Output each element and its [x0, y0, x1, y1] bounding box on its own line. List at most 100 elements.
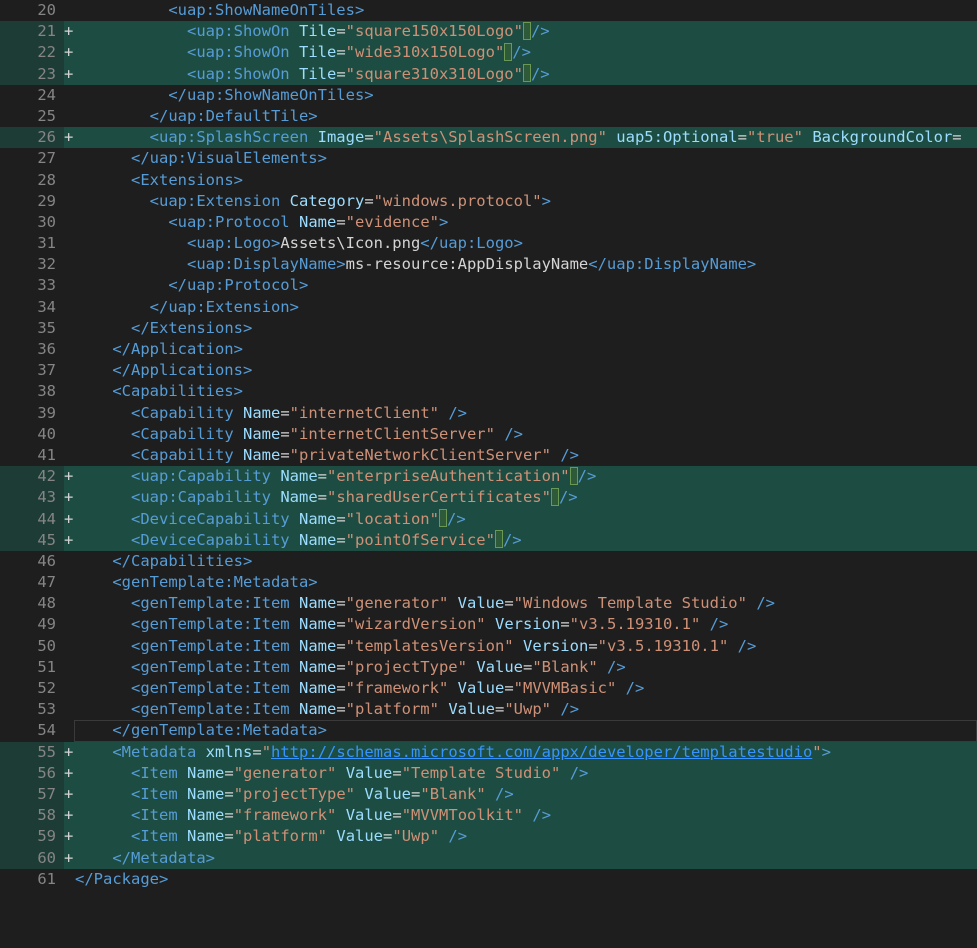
code-line[interactable]: 38 <Capabilities>: [0, 381, 977, 402]
code-line[interactable]: 32 <uap:DisplayName>ms-resource:AppDispl…: [0, 254, 977, 275]
code-line[interactable]: 25 </uap:DefaultTile>: [0, 106, 977, 127]
code-line[interactable]: 37 </Applications>: [0, 360, 977, 381]
code-token: =: [336, 64, 346, 83]
code-token: =: [336, 615, 346, 634]
code-token: />: [625, 679, 645, 697]
code-token: <uap:ShowOn: [186, 22, 290, 41]
code-line[interactable]: 31 <uap:Logo>Assets\Icon.png</uap:Logo>: [0, 233, 977, 254]
code-token: />: [512, 43, 531, 62]
schema-link[interactable]: http://schemas.microsoft.com/appx/develo…: [271, 743, 812, 761]
code-token: Version: [522, 636, 589, 655]
code-line[interactable]: 46 </Capabilities>: [0, 551, 977, 572]
added-code-line[interactable]: 21 + <uap:ShowOn Tile="square150x150Logo"…: [0, 21, 977, 43]
added-code-line[interactable]: 45 + <DeviceCapability Name="pointOfServi…: [0, 529, 977, 551]
added-code-line[interactable]: 58 + <Item Name="framework" Value="MVVMTo…: [0, 805, 977, 827]
line-number: 44: [37, 509, 56, 528]
code-token: "square310x310Logo": [345, 64, 523, 83]
line-number: 61: [37, 869, 56, 888]
line-number: 59: [37, 827, 56, 846]
code-line[interactable]: 29 <uap:Extension Category="windows.prot…: [0, 191, 977, 212]
code-line[interactable]: 35 </Extensions>: [0, 318, 977, 339]
code-line[interactable]: 33 </uap:Protocol>: [0, 275, 977, 296]
added-code-line[interactable]: 56 + <Item Name="generator" Value="Templa…: [0, 762, 977, 784]
code-token: "MVVMToolkit": [401, 806, 524, 825]
line-number: 27: [37, 149, 56, 168]
added-code-line[interactable]: 23 + <uap:ShowOn Tile="square310x310Logo"…: [0, 63, 977, 85]
code-line[interactable]: 30 <uap:Protocol Name="evidence">: [0, 212, 977, 233]
code-token: </uap:Logo>: [420, 234, 523, 253]
code-token: =: [504, 594, 514, 613]
code-token: <Item: [131, 806, 178, 825]
added-code-line[interactable]: 57 + <Item Name="projectType" Value="Blan…: [0, 783, 977, 806]
code-text: <uap:ShowOn Tile="square150x150Logo" />: [75, 21, 977, 42]
whitespace-marker: [522, 21, 531, 40]
code-token: "generator": [345, 594, 449, 613]
code-line[interactable]: 34 </uap:Extension>: [0, 297, 977, 318]
code-line[interactable]: 28 <Extensions>: [0, 170, 977, 191]
code-line[interactable]: 48 <genTemplate:Item Name="generator" Va…: [0, 593, 977, 614]
code-token: <uap:Logo>: [186, 234, 281, 253]
code-line[interactable]: 52 <genTemplate:Item Name="framework" Va…: [0, 678, 977, 699]
code-token: ": [261, 742, 272, 761]
code-token: Name: [243, 403, 281, 422]
code-text: </uap:Protocol>: [75, 275, 977, 296]
code-token: Name: [243, 424, 281, 443]
code-line[interactable]: 24 </uap:ShowNameOnTiles>: [0, 85, 977, 106]
code-token: </Metadata>: [112, 848, 215, 867]
code-token: Value: [476, 657, 523, 676]
code-line[interactable]: 50 <genTemplate:Item Name="templatesVers…: [0, 636, 977, 657]
code-token: Value: [345, 806, 393, 825]
code-token: Name: [187, 784, 225, 803]
code-line[interactable]: 20 <uap:ShowNameOnTiles>: [0, 0, 977, 21]
added-code-line[interactable]: 26 + <uap:SplashScreen Image="Assets\Spla…: [0, 127, 977, 149]
code-line[interactable]: 40 <Capability Name="internetClientServe…: [0, 424, 977, 445]
code-text: </Application>: [75, 339, 977, 360]
code-line[interactable]: 54 </genTemplate:Metadata>: [0, 720, 977, 742]
added-code-line[interactable]: 44 + <DeviceCapability Name="location"/>: [0, 508, 977, 530]
code-line[interactable]: 27 </uap:VisualElements>: [0, 148, 977, 169]
code-token: Name: [298, 509, 337, 528]
code-line[interactable]: 47 <genTemplate:Metadata>: [0, 572, 977, 593]
code-token: xmlns: [205, 742, 253, 761]
code-editor[interactable]: 20 <uap:ShowNameOnTiles> 21 + <uap:ShowOn …: [0, 0, 977, 948]
code-token: =: [280, 403, 290, 422]
added-code-line[interactable]: 43 + <uap:Capability Name="sharedUserCert…: [0, 487, 977, 509]
code-line[interactable]: 39 <Capability Name="internetClient" />: [0, 403, 977, 424]
code-token: =: [411, 784, 421, 803]
code-line[interactable]: 49 <genTemplate:Item Name="wizardVersion…: [0, 614, 977, 635]
line-number: 34: [37, 297, 56, 316]
code-token: "wizardVersion": [345, 615, 486, 634]
code-token: "framework": [345, 679, 449, 697]
added-code-line[interactable]: 42 + <uap:Capability Name="enterpriseAuth…: [0, 466, 977, 488]
code-token: =: [224, 806, 234, 825]
added-code-line[interactable]: 59 + <Item Name="platform" Value="Uwp" />: [0, 826, 977, 848]
added-code-line[interactable]: 60 + </Metadata>: [0, 847, 977, 869]
code-token: "v3.5.19310.1": [569, 615, 701, 634]
code-line[interactable]: 53 <genTemplate:Item Name="platform" Val…: [0, 699, 977, 720]
code-text: </Capabilities>: [75, 551, 977, 572]
line-number: 28: [37, 170, 56, 189]
code-token: Tile: [298, 43, 337, 62]
code-token: =: [336, 22, 346, 41]
added-code-line[interactable]: 22 + <uap:ShowOn Tile="wide310x150Logo"/>: [0, 42, 977, 64]
code-token: Value: [364, 784, 412, 803]
code-line[interactable]: 61 </Package>: [0, 869, 977, 890]
line-number: 42: [37, 467, 56, 486]
code-line[interactable]: 51 <genTemplate:Item Name="projectType" …: [0, 657, 977, 678]
added-code-line[interactable]: 55 + <Metadata xmlns="http://schemas.micr…: [0, 741, 977, 763]
code-token: <Item: [131, 763, 178, 782]
code-token: Name: [280, 467, 318, 486]
code-text: <uap:Extension Category="windows.protoco…: [75, 191, 977, 212]
code-line[interactable]: 36 </Application>: [0, 339, 977, 360]
code-token: Assets\Icon.png: [280, 234, 421, 253]
code-line[interactable]: 41 <Capability Name="privateNetworkClien…: [0, 445, 977, 466]
